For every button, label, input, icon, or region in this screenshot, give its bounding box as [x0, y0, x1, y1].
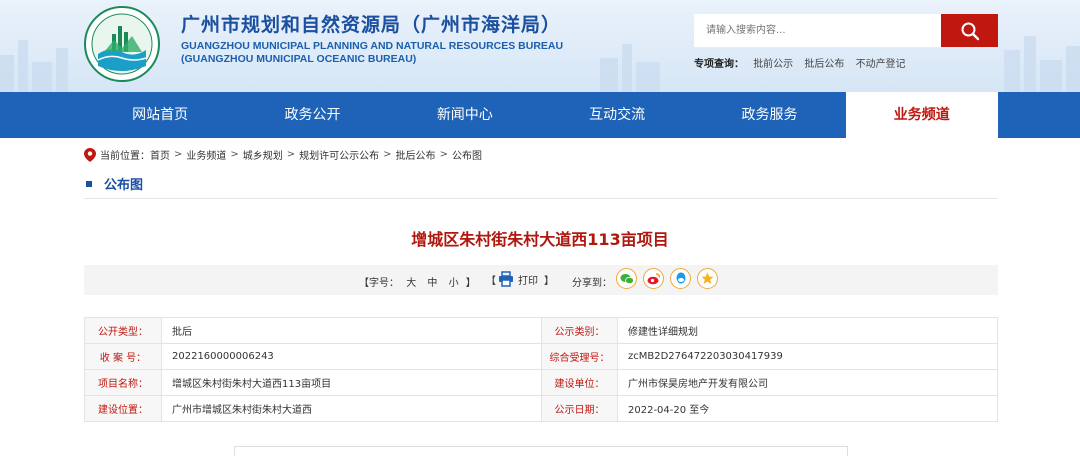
- special-query-label: 专项查询：: [694, 59, 744, 70]
- print-close-bracket: 】: [544, 275, 554, 287]
- search-input[interactable]: [694, 14, 941, 47]
- info-label-publicity-date: 公示日期：: [541, 395, 618, 422]
- section-title-marker: [86, 180, 92, 187]
- share-icons: [616, 268, 724, 289]
- font-size-label: 【字号：: [359, 278, 399, 289]
- search-box: [694, 14, 998, 47]
- wechat-icon[interactable]: [616, 268, 637, 289]
- breadcrumb-item-business-channel[interactable]: 业务频道: [186, 147, 226, 162]
- info-label-acceptance-number: 综合受理号：: [541, 343, 618, 370]
- breadcrumb-separator: >: [286, 149, 296, 160]
- search-icon: [961, 22, 979, 40]
- article-title: 增城区朱村街朱村大道西113亩项目: [411, 230, 669, 249]
- special-query-link-preapproval[interactable]: 批前公示: [753, 59, 793, 70]
- nav-item-business-channel[interactable]: 业务频道: [845, 92, 998, 138]
- nav-item-interaction[interactable]: 互动交流: [541, 92, 693, 138]
- breadcrumb-item-post-approval[interactable]: 批后公布: [396, 147, 436, 162]
- breadcrumb-item-permit-publicity[interactable]: 规划许可公示公布: [299, 147, 379, 162]
- info-label-construction-unit: 建设单位：: [541, 369, 618, 396]
- table-row: 收 案 号： 2022160000006243 综合受理号： zcMB2D276…: [84, 343, 998, 370]
- qq-icon[interactable]: [670, 268, 691, 289]
- print-label: 打印: [518, 275, 538, 287]
- info-label-construction-location: 建设位置：: [84, 395, 162, 422]
- location-pin-icon: [84, 147, 96, 162]
- info-label-publicity-category: 公示类别：: [541, 317, 618, 344]
- info-label-disclosure-type: 公开类型：: [84, 317, 162, 344]
- info-value-acceptance-number: zcMB2D276472203030417939: [617, 343, 998, 370]
- special-query-link-postapproval[interactable]: 批后公布: [804, 59, 844, 70]
- article-toolbar: 【字号： 大 中 小 】 【 打印 】 分享到：: [84, 265, 998, 295]
- weibo-icon[interactable]: [643, 268, 664, 289]
- bureau-logo[interactable]: [84, 6, 160, 82]
- nav-item-news[interactable]: 新闻中心: [389, 92, 541, 138]
- site-header: 广州市规划和自然资源局（广州市海洋局） GUANGZHOU MUNICIPAL …: [0, 0, 1080, 92]
- site-title-english-line1: GUANGZHOU MUNICIPAL PLANNING AND NATURAL…: [181, 40, 564, 52]
- font-size-large[interactable]: 大: [406, 278, 416, 289]
- breadcrumb-separator: >: [230, 149, 239, 160]
- printer-icon: [499, 271, 513, 287]
- special-query-link-realestate[interactable]: 不动产登记: [856, 59, 906, 70]
- section-title: 公布图: [84, 174, 143, 193]
- breadcrumb-separator: >: [439, 149, 448, 160]
- site-title-english-line2: (GUANGZHOU MUNICIPAL OCEANIC BUREAU): [181, 53, 417, 65]
- print-button[interactable]: 【 打印 】: [486, 271, 554, 287]
- breadcrumb-item-urban-rural-planning[interactable]: 城乡规划: [243, 147, 283, 162]
- table-row: 建设位置： 广州市增城区朱村街朱村大道西 公示日期： 2022-04-20 至今: [84, 395, 998, 422]
- nav-item-home[interactable]: 网站首页: [84, 92, 236, 138]
- breadcrumb-item-publication-map[interactable]: 公布图: [452, 147, 482, 162]
- site-title-english: GUANGZHOU MUNICIPAL PLANNING AND NATURAL…: [181, 40, 563, 66]
- special-query: 专项查询： 批前公示 批后公布 不动产登记: [694, 55, 914, 70]
- attachment-frame: [234, 446, 848, 456]
- info-label-case-number: 收 案 号：: [84, 343, 162, 370]
- breadcrumb-prefix: 当前位置：: [100, 151, 150, 162]
- info-label-project-name: 项目名称：: [84, 369, 162, 396]
- breadcrumb-separator: >: [174, 149, 183, 160]
- info-value-construction-location: 广州市增城区朱村街朱村大道西: [161, 395, 542, 422]
- site-title: 广州市规划和自然资源局（广州市海洋局）: [181, 14, 562, 36]
- font-size-small[interactable]: 小: [449, 278, 459, 289]
- qzone-icon[interactable]: [697, 268, 718, 289]
- main-nav: 网站首页 政务公开 新闻中心 互动交流 政务服务 业务频道: [0, 92, 1080, 138]
- info-value-publicity-date: 2022-04-20 至今: [617, 395, 998, 422]
- project-info-table: 公开类型： 批后 公示类别： 修建性详细规划 收 案 号： 2022160000…: [84, 317, 998, 422]
- info-value-case-number: 2022160000006243: [161, 343, 542, 370]
- info-value-publicity-category: 修建性详细规划: [617, 317, 998, 344]
- breadcrumb-item-home[interactable]: 首页: [150, 147, 170, 162]
- breadcrumb-separator: >: [383, 149, 392, 160]
- nav-item-gov-services[interactable]: 政务服务: [693, 92, 845, 138]
- info-value-project-name: 增城区朱村街朱村大道西113亩项目: [161, 369, 542, 396]
- info-value-construction-unit: 广州市保昊房地产开发有限公司: [617, 369, 998, 396]
- font-size-medium[interactable]: 中: [427, 278, 437, 289]
- print-open-bracket: 【: [486, 275, 496, 287]
- section-title-text: 公布图: [104, 178, 144, 193]
- table-row: 项目名称： 增城区朱村街朱村大道西113亩项目 建设单位： 广州市保昊房地产开发…: [84, 369, 998, 396]
- font-size-control: 【字号： 大 中 小 】: [359, 274, 476, 289]
- font-size-close-bracket: 】: [465, 278, 476, 289]
- table-row: 公开类型： 批后 公示类别： 修建性详细规划: [84, 317, 998, 344]
- search-button[interactable]: [941, 14, 998, 47]
- info-value-disclosure-type: 批后: [161, 317, 542, 344]
- nav-item-gov-affairs-open[interactable]: 政务公开: [236, 92, 388, 138]
- breadcrumb: 当前位置： 首页 > 业务频道 > 城乡规划 > 规划许可公示公布 > 批后公布…: [84, 147, 482, 162]
- section-divider: [84, 198, 998, 199]
- share-label: 分享到：: [572, 278, 612, 289]
